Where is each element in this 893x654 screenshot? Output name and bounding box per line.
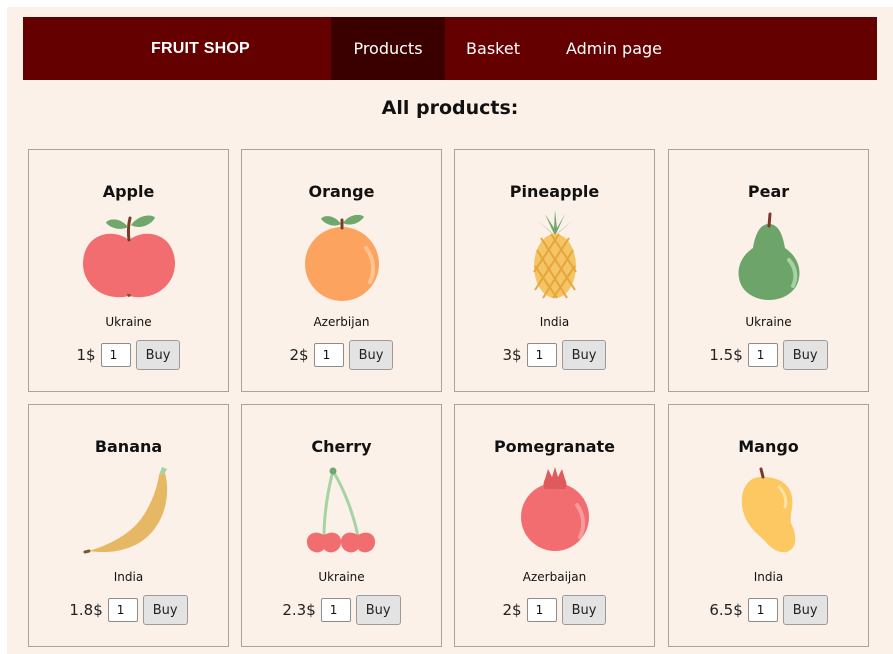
buy-button[interactable]: Buy	[782, 340, 828, 370]
buy-row: 2$ Buy	[242, 340, 441, 370]
buy-button[interactable]: Buy	[348, 340, 394, 370]
quantity-input[interactable]	[320, 598, 351, 622]
cherry-icon	[292, 465, 392, 557]
product-country: India	[539, 315, 570, 329]
product-name: Banana	[94, 437, 163, 456]
product-name: Mango	[738, 437, 799, 456]
buy-row: 6.5$ Buy	[669, 595, 868, 625]
buy-button[interactable]: Buy	[782, 595, 828, 625]
product-card-pear: Pear Ukraine 1.5$ Buy	[668, 149, 869, 392]
pomegranate-icon	[505, 465, 605, 557]
quantity-input[interactable]	[526, 343, 557, 367]
quantity-input[interactable]	[107, 598, 138, 622]
quantity-input[interactable]	[100, 343, 131, 367]
product-name: Orange	[308, 182, 375, 201]
buy-row: 3$ Buy	[455, 340, 654, 370]
product-price: 1.5$	[709, 346, 743, 364]
product-price: 6.5$	[709, 601, 743, 619]
product-card-pomegranate: Pomegranate Azerbaijan 2$ Buy	[454, 404, 655, 647]
buy-row: 2.3$ Buy	[242, 595, 441, 625]
product-card-orange: Orange Azerbijan 2$ Buy	[241, 149, 442, 392]
product-name: Cherry	[311, 437, 372, 456]
product-card-apple: Apple Ukraine 1$ Buy	[28, 149, 229, 392]
product-price: 1.8$	[69, 601, 103, 619]
mango-icon	[719, 465, 819, 557]
product-country: Azerbaijan	[522, 570, 587, 584]
product-card-banana: Banana India 1.8$ Buy	[28, 404, 229, 647]
nav-item-admin-page[interactable]: Admin page	[549, 17, 679, 80]
quantity-input[interactable]	[526, 598, 557, 622]
page: FRUIT SHOP Products Basket Admin page Al…	[7, 7, 893, 654]
product-price: 2$	[289, 346, 309, 364]
navbar: FRUIT SHOP Products Basket Admin page	[23, 17, 877, 80]
buy-button[interactable]: Buy	[135, 340, 181, 370]
product-country: India	[753, 570, 784, 584]
buy-row: 2$ Buy	[455, 595, 654, 625]
product-card-mango: Mango India 6.5$ Buy	[668, 404, 869, 647]
buy-row: 1$ Buy	[29, 340, 228, 370]
buy-button[interactable]: Buy	[355, 595, 401, 625]
buy-button[interactable]: Buy	[142, 595, 188, 625]
product-name: Apple	[102, 182, 155, 201]
product-price: 3$	[502, 346, 522, 364]
product-price: 1$	[76, 346, 96, 364]
orange-icon	[292, 210, 392, 302]
pineapple-icon	[505, 210, 605, 302]
quantity-input[interactable]	[313, 343, 344, 367]
quantity-input[interactable]	[747, 598, 778, 622]
brand-logo[interactable]: FRUIT SHOP	[151, 17, 250, 80]
product-country: India	[113, 570, 144, 584]
product-price: 2$	[502, 601, 522, 619]
nav-item-basket[interactable]: Basket	[451, 17, 535, 80]
product-name: Pomegranate	[493, 437, 616, 456]
page-title: All products:	[381, 97, 519, 119]
nav-item-products[interactable]: Products	[331, 17, 445, 80]
product-price: 2.3$	[282, 601, 316, 619]
buy-row: 1.5$ Buy	[669, 340, 868, 370]
product-country: Azerbijan	[313, 315, 370, 329]
buy-button[interactable]: Buy	[561, 340, 607, 370]
product-country: Ukraine	[745, 315, 792, 329]
apple-icon	[79, 210, 179, 302]
buy-row: 1.8$ Buy	[29, 595, 228, 625]
product-country: Ukraine	[105, 315, 152, 329]
product-card-cherry: Cherry Ukraine 2.3$ Buy	[241, 404, 442, 647]
product-name: Pear	[747, 182, 790, 201]
product-name: Pineapple	[509, 182, 600, 201]
product-country: Ukraine	[318, 570, 365, 584]
buy-button[interactable]: Buy	[561, 595, 607, 625]
quantity-input[interactable]	[747, 343, 778, 367]
banana-icon	[79, 465, 179, 557]
product-card-pineapple: Pineapple India 3$ Buy	[454, 149, 655, 392]
pear-icon	[719, 210, 819, 302]
